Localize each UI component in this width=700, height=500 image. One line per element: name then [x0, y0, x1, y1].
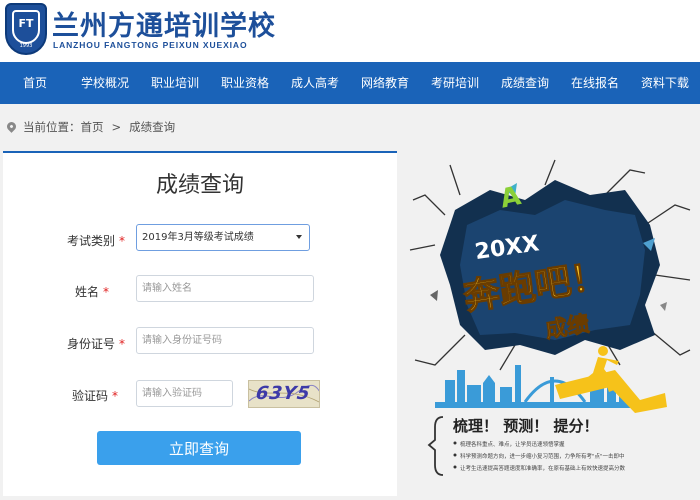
breadcrumb-prefix: 当前位置： — [23, 120, 81, 134]
exam-type-selected-value: 2019年3月等级考试成绩 — [142, 232, 254, 243]
id-number-input[interactable] — [136, 327, 314, 354]
required-mark: * — [119, 234, 126, 248]
id-number-label: 身份证号 * — [67, 335, 125, 352]
logo-year: 1993 — [19, 43, 33, 49]
school-name-en: LANZHOU FANGTONG PEIXUN XUEXIAO — [53, 40, 248, 50]
submit-query-button[interactable]: 立即查询 — [97, 431, 301, 465]
captcha-image[interactable]: 63Y5 — [248, 380, 320, 408]
nav-item-qualifications[interactable]: 职业资格 — [210, 62, 280, 104]
nav-item-score-query[interactable]: 成绩查询 — [490, 62, 560, 104]
nav-item-postgrad-training[interactable]: 考研培训 — [420, 62, 490, 104]
promo-tagline: 梳理！ 预测！ 提分！ — [453, 417, 598, 435]
nav-item-online-signup[interactable]: 在线报名 — [560, 62, 630, 104]
score-query-panel: 成绩查询 考试类别* 2019年3月等级考试成绩 姓名* 身份证号* 验证码* … — [3, 151, 397, 496]
dropdown-caret-icon — [296, 235, 302, 239]
captcha-input[interactable] — [136, 380, 233, 407]
captcha-label-text: 验证码 — [72, 389, 109, 403]
nav-item-home[interactable]: 首页 — [0, 62, 70, 104]
required-mark: * — [119, 337, 126, 351]
breadcrumb-separator: > — [111, 120, 122, 134]
breadcrumb-home-link[interactable]: 首页 — [81, 119, 104, 135]
name-input[interactable] — [136, 275, 314, 302]
required-mark: * — [112, 389, 119, 403]
exam-type-label: 考试类别 * — [67, 232, 125, 249]
captcha-text: 63Y5 — [254, 383, 313, 404]
breadcrumb-current: 成绩查询 — [129, 120, 176, 134]
site-header: FT 1993 兰州方通培训学校 LANZHOU FANGTONG PEIXUN… — [0, 0, 700, 62]
main-nav: 首页 学校概况 职业培训 职业资格 成人高考 网络教育 考研培训 成绩查询 在线… — [0, 62, 700, 104]
promo-illustration: A 20XX 奔跑吧！ 成绩 梳理！ 预测！ 提分！ 梳理各科重点、难点，让学员… — [409, 159, 691, 476]
promo-bullet-3: 让考生迅速提高答题速度和准确率，在原有基础上有效快速提高分数 — [460, 464, 626, 472]
nav-item-about[interactable]: 学校概况 — [70, 62, 140, 104]
promo-bullet-2: 科学预测命题方向，进一步缩小复习范围，力争所有考"点"一击即中 — [460, 452, 625, 460]
school-name-cn: 兰州方通培训学校 — [52, 11, 276, 42]
location-pin-icon — [5, 119, 18, 133]
logo-text: FT — [18, 17, 34, 30]
breadcrumb: 当前位置： 首页 > 成绩查询 — [5, 119, 176, 135]
name-label: 姓名 * — [75, 283, 109, 300]
nav-item-online-education[interactable]: 网络教育 — [350, 62, 420, 104]
nav-item-vocational-training[interactable]: 职业培训 — [140, 62, 210, 104]
id-number-label-text: 身份证号 — [67, 337, 116, 351]
exam-type-select[interactable]: 2019年3月等级考试成绩 — [136, 224, 310, 251]
captcha-label: 验证码 * — [72, 387, 118, 404]
exam-type-label-text: 考试类别 — [67, 234, 116, 248]
name-label-text: 姓名 — [75, 285, 100, 299]
nav-item-downloads[interactable]: 资料下载 — [630, 62, 700, 104]
school-logo[interactable]: FT 1993 — [5, 3, 47, 55]
nav-item-adult-exam[interactable]: 成人高考 — [280, 62, 350, 104]
required-mark: * — [103, 285, 110, 299]
panel-title: 成绩查询 — [155, 173, 244, 198]
promo-banner: A 20XX 奔跑吧！ 成绩 梳理！ 预测！ 提分！ 梳理各科重点、难点，让学员… — [405, 155, 695, 495]
promo-bullet-1: 梳理各科重点、难点，让学员迅速领悟掌握 — [460, 440, 565, 448]
